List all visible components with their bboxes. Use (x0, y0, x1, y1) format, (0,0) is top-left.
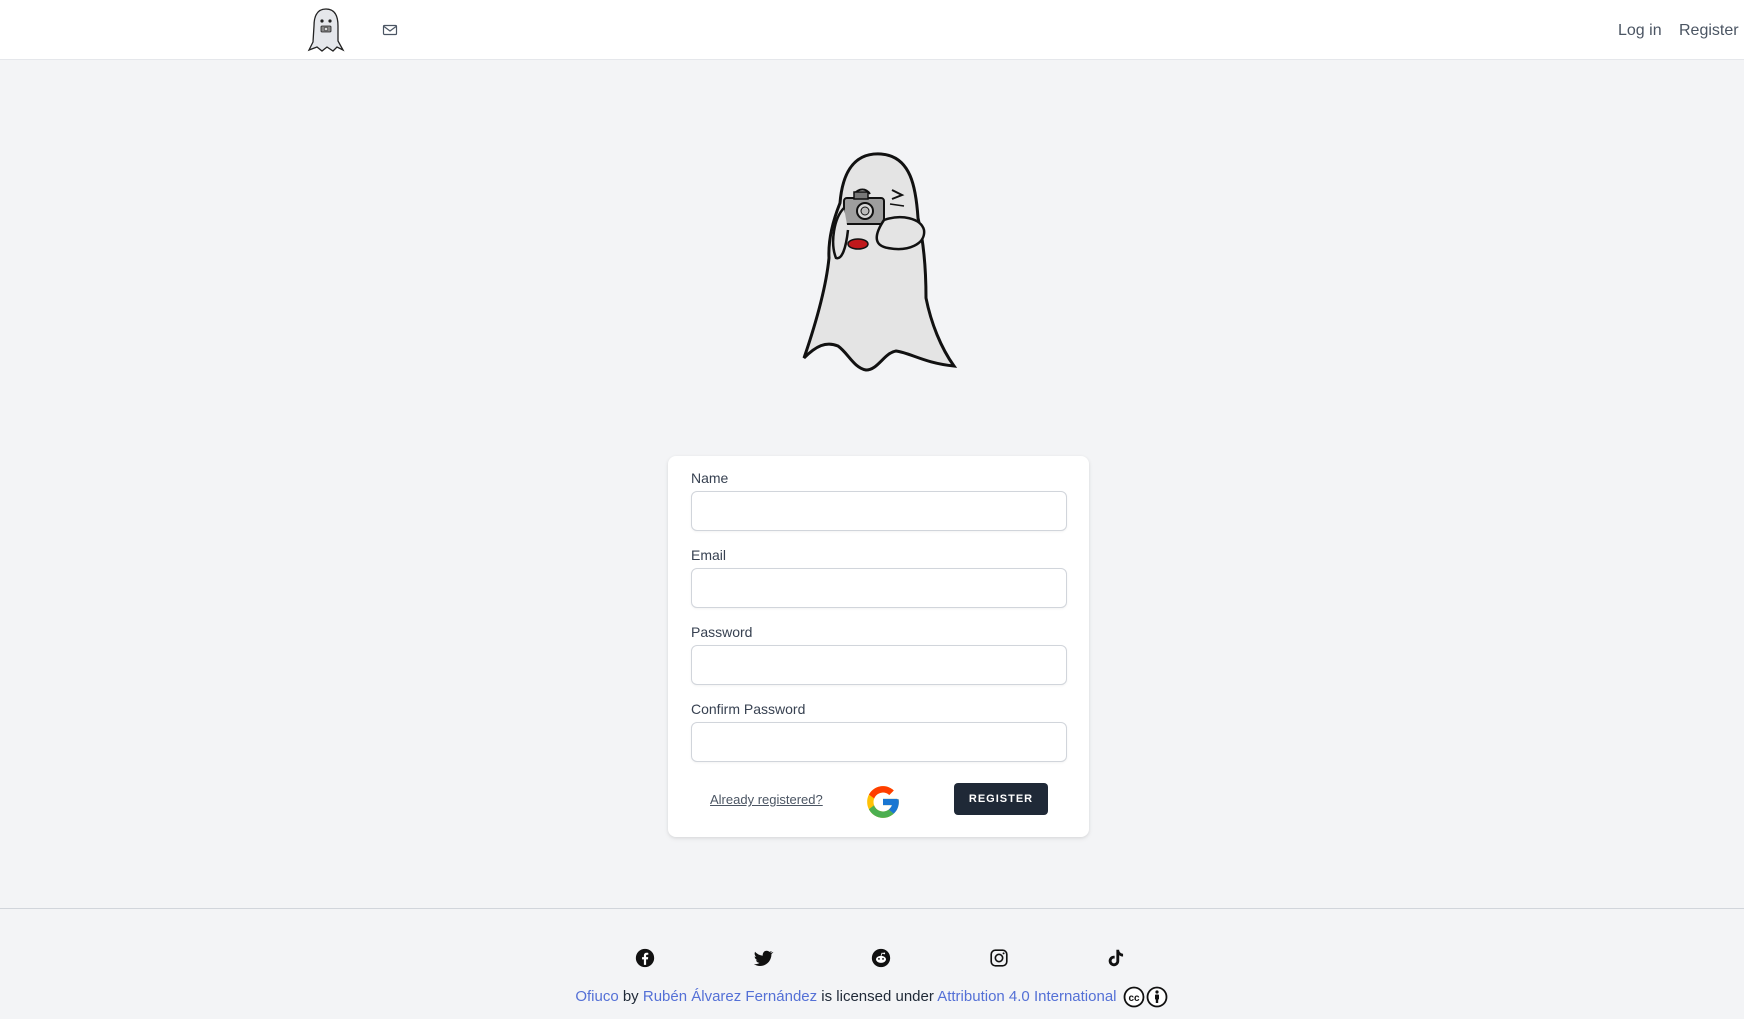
project-link[interactable]: Ofiuco (575, 988, 618, 1005)
already-registered-link[interactable]: Already registered? (710, 792, 823, 807)
license-link[interactable]: Attribution 4.0 International (937, 988, 1116, 1005)
license-credits: Ofiuco by Rubén Álvarez Fernández is lic… (0, 986, 1744, 1008)
register-link[interactable]: Register (1679, 22, 1739, 40)
password-label: Password (691, 624, 753, 640)
svg-text:cc: cc (1128, 993, 1140, 1004)
email-label: Email (691, 547, 727, 563)
instagram-icon[interactable] (988, 947, 1010, 969)
mail-icon[interactable] (382, 22, 398, 38)
register-form-card: Name Email Password Confirm Password Alr… (668, 456, 1089, 837)
twitter-icon[interactable] (752, 947, 774, 969)
name-label: Name (691, 470, 729, 486)
top-navbar: Log in Register (0, 0, 1744, 60)
credits-by-text: by (622, 987, 639, 1005)
tiktok-icon[interactable] (1104, 947, 1126, 969)
confirm-password-label: Confirm Password (691, 701, 806, 717)
footer: Ofiuco by Rubén Álvarez Fernández is lic… (0, 908, 1744, 1019)
name-input[interactable] (691, 491, 1067, 531)
author-link[interactable]: Rubén Álvarez Fernández (643, 988, 817, 1005)
email-input[interactable] (691, 568, 1067, 608)
register-button[interactable]: REGISTER (954, 783, 1048, 815)
facebook-icon[interactable] (634, 947, 656, 969)
google-icon[interactable] (864, 783, 902, 821)
reddit-icon[interactable] (870, 947, 892, 969)
confirm-password-input[interactable] (691, 722, 1067, 762)
ghost-photographer-illustration (802, 152, 958, 372)
cc-by-icon: cc (1123, 986, 1168, 1008)
password-input[interactable] (691, 645, 1067, 685)
ghost-logo-icon[interactable] (306, 6, 346, 54)
login-link[interactable]: Log in (1618, 22, 1662, 40)
credits-licensed-text: is licensed under (821, 987, 934, 1005)
